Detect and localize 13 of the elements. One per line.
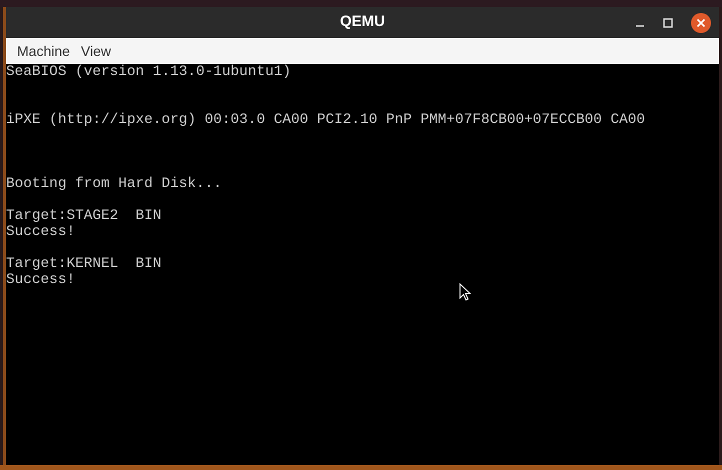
menu-item[interactable]: View (76, 40, 116, 62)
close-icon[interactable] (691, 12, 711, 32)
console-line: Target:STAGE2 BIN (6, 208, 162, 224)
console-line: Success! (6, 224, 76, 240)
menu-item[interactable]: Machine (12, 40, 75, 62)
console-line: Target:KERNEL BIN (6, 256, 162, 272)
console-line: Booting from Hard Disk... (6, 176, 222, 192)
mouse-pointer-icon (459, 283, 471, 301)
console-line: iPXE (http://ipxe.org) 00:03.0 CA00 PCI2.10 PnP PMM+07F8CB00+07ECCB00 CA00 (6, 112, 646, 128)
console-line: SeaBIOS (version 1.13.0-1ubuntu1) (6, 64, 291, 80)
window-title: QEMU (340, 12, 385, 32)
console-line: Success! (6, 272, 76, 288)
maximize-icon[interactable] (663, 18, 673, 28)
